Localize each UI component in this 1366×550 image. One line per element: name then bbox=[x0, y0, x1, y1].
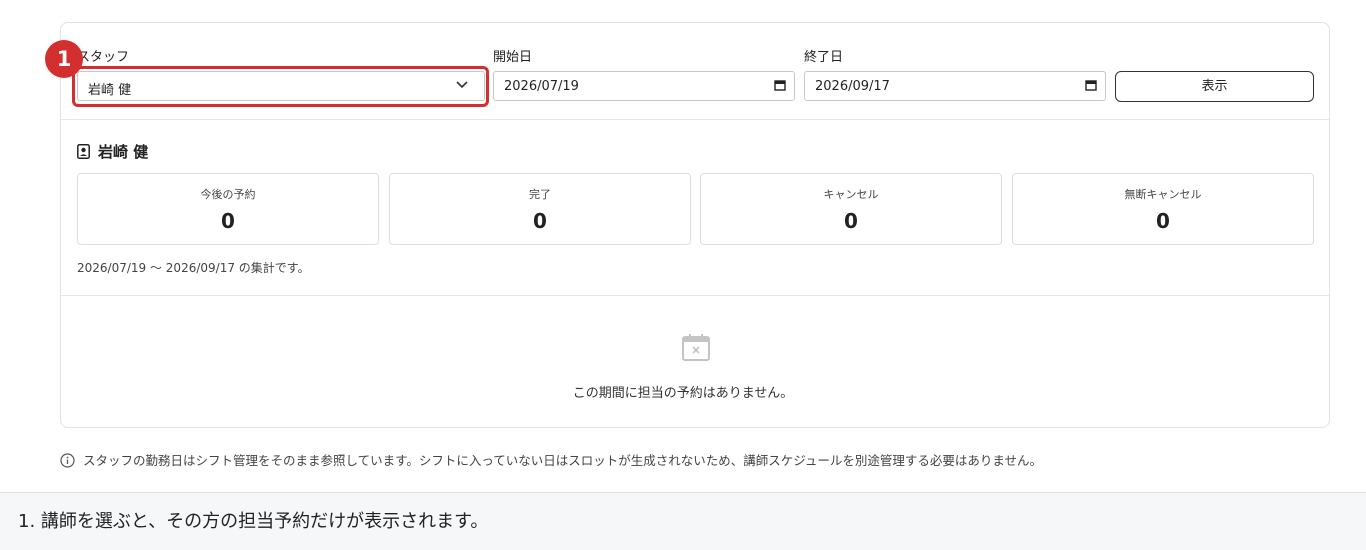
calendar-x-icon bbox=[682, 334, 710, 361]
calendar-icon[interactable] bbox=[774, 79, 786, 91]
stat-label: キャンセル bbox=[823, 188, 879, 201]
step-badge: 1 bbox=[45, 40, 83, 78]
stat-upcoming: 今後の予約 0 bbox=[77, 173, 379, 245]
stat-value: 0 bbox=[1156, 209, 1170, 233]
caption-text: 1. 講師を選ぶと、その方の担当予約だけが表示されます。 bbox=[18, 511, 489, 532]
start-date-label: 開始日 bbox=[493, 50, 533, 65]
end-date-label: 終了日 bbox=[804, 50, 844, 65]
staff-heading: 岩崎 健 bbox=[77, 141, 148, 162]
tutorial-caption: 1. 講師を選ぶと、その方の担当予約だけが表示されます。 bbox=[0, 492, 1366, 550]
staff-name: 岩崎 健 bbox=[98, 143, 149, 161]
stat-no-show: 無断キャンセル 0 bbox=[1012, 173, 1314, 245]
info-note-text: スタッフの勤務日はシフト管理をそのまま参照しています。シフトに入っていない日はス… bbox=[83, 453, 1043, 468]
start-date-value: 2026/07/19 bbox=[504, 79, 579, 94]
person-badge-icon bbox=[77, 144, 90, 159]
empty-state-message: この期間に担当の予約はありません。 bbox=[572, 386, 794, 401]
end-date-value: 2026/09/17 bbox=[815, 79, 890, 94]
stat-label: 無断キャンセル bbox=[1124, 188, 1202, 201]
stat-value: 0 bbox=[844, 209, 858, 233]
stat-value: 0 bbox=[533, 209, 547, 233]
stat-label: 今後の予約 bbox=[200, 188, 256, 201]
start-date-input[interactable]: 2026/07/19 bbox=[493, 71, 795, 101]
staff-label: スタッフ bbox=[77, 50, 130, 65]
calendar-icon[interactable] bbox=[1085, 79, 1097, 91]
stat-label: 完了 bbox=[529, 188, 551, 201]
divider bbox=[61, 119, 1330, 120]
staff-select-highlight bbox=[72, 66, 489, 107]
divider bbox=[61, 295, 1330, 296]
stat-value: 0 bbox=[221, 209, 235, 233]
info-icon bbox=[60, 453, 75, 468]
info-note: スタッフの勤務日はシフト管理をそのまま参照しています。シフトに入っていない日はス… bbox=[60, 450, 1042, 469]
end-date-input[interactable]: 2026/09/17 bbox=[804, 71, 1106, 101]
period-summary: 2026/07/19 〜 2026/09/17 の集計です。 bbox=[77, 261, 310, 275]
stat-cancelled: キャンセル 0 bbox=[700, 173, 1002, 245]
show-button[interactable]: 表示 bbox=[1115, 71, 1314, 102]
stat-completed: 完了 0 bbox=[389, 173, 691, 245]
